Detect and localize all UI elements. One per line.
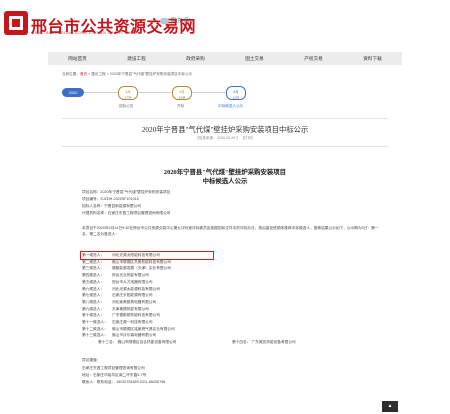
scroll-to-top-button[interactable]: ▲: [382, 401, 398, 412]
cloud-icon: [160, 17, 169, 24]
candidate-rank: 第七候选人：: [82, 293, 105, 298]
nav-item-construction[interactable]: 建设工程: [107, 52, 166, 65]
step-3-date: 5月: [233, 90, 239, 94]
candidate-rank: 第九候选人：: [82, 306, 105, 311]
candidate-row: 第十候选人： 广东德斯顿热能科技有限公司: [82, 313, 160, 318]
article-meta: 【信息来源： 2020-05-19 】 【打印】: [195, 136, 255, 140]
candidate-row: 第八候选人： 河北家美厨具电器有限公司: [82, 300, 156, 305]
contact-line: 地址：石家庄市裕华区南二环东路3-7号: [82, 373, 147, 377]
site-pinyin: XING TAI SHI GONG GONG ZI YUAN JIAO YI W…: [32, 31, 138, 35]
breadcrumb: 当前位置：首页 > 建设工程 > 2020年宁晋县"气代煤"壁挂炉采购安装项目中…: [62, 72, 192, 77]
nav-item-land[interactable]: 国土交易: [225, 52, 284, 65]
candidate-row: 第十二候选人： 佛山市顺德区铭家燃气具实业有限公司: [82, 327, 175, 332]
candidate-name: 佛山市顺德区铭家燃气具实业有限公司: [112, 326, 175, 331]
candidate-row: 第二候选人： 佛山市顺德区杰美热能科技有限公司: [82, 260, 171, 265]
step-node-1: 4月 17号: [118, 86, 138, 100]
candidate-rank: 第一候选人：: [82, 253, 105, 257]
candidate-row: 第九候选人： 天津奥德热能有限公司: [82, 307, 149, 312]
candidate-rank: 第五候选人：: [82, 279, 105, 284]
candidate-row: 第五候选人： 邢台市大力电器有限公司: [82, 280, 153, 285]
candidate-row: 第一候选人： 河北光源太阳能科技有限公司: [82, 253, 160, 258]
candidate-rank: 第二候选人：: [82, 259, 105, 264]
candidate-name: 河北光源太阳能科技有限公司: [112, 253, 160, 257]
candidate-row: 第十一候选人： 石家庄源一科技有限公司: [82, 320, 153, 325]
evaluation-paragraph: 本项目于2020年4月24日9:30在邢台市公共资源交易中心第九评标室评标委员会…: [82, 226, 379, 237]
step-connector: [192, 92, 226, 93]
contact-line: 异议渠道：: [82, 358, 101, 362]
step-node-3: 5月 19号: [226, 86, 246, 100]
progress-steps: 2020 4月 17号 4月 24号 5月 19号 招标公告 开标 中标候选人公…: [62, 84, 388, 114]
candidate-rank: 第八候选人：: [82, 299, 105, 304]
candidate-name: 德都能源发展（天津）实业有限公司: [112, 266, 171, 271]
breadcrumb-path: > 建设工程 > 2020年宁晋县"气代煤"壁挂炉采购安装项目中标公示: [87, 72, 193, 76]
step-1-day: 17号: [124, 96, 132, 100]
extra-rank-14: 第十四名： 广东美凯热能设备有限公司: [232, 340, 296, 344]
agency-line: 代理机构名称：石家庄东昌工程项目管理咨询有限公司: [82, 211, 171, 215]
candidate-row: 第六候选人： 河北光源太能源科技有限公司: [82, 287, 160, 292]
step-node-2: 4月 24号: [172, 86, 192, 100]
site-header: 邢台市公共资源交易网 XING TAI SHI GONG GONG ZI YUA…: [0, 0, 450, 44]
step-3-label: 中标候选人公示: [218, 104, 244, 108]
candidate-name: 天津奥德热能有限公司: [112, 306, 149, 311]
nav-item-property[interactable]: 产权交易: [284, 52, 343, 65]
candidate-row: 第四候选人： 邢台天业热能有限公司: [82, 273, 149, 278]
project-name-line: 项目名称：2020年宁晋县"气代煤"壁挂炉采购安装项目: [82, 190, 171, 194]
divider: [62, 118, 388, 119]
nav-item-procurement[interactable]: 政府采购: [166, 52, 225, 65]
page-title: 2020年宁晋县"气代煤"壁挂炉采购安装项目中标公示: [141, 125, 309, 134]
candidate-rank: 第四候选人：: [82, 273, 105, 278]
candidate-name: 邢台天业热能有限公司: [112, 273, 149, 278]
candidate-name: 石家庄长阳能源有限公司: [112, 293, 153, 298]
candidate-name: 邢台市大力电器有限公司: [112, 279, 153, 284]
step-1-label: 招标公告: [119, 104, 134, 108]
tenderer-line: 招标人名称：宁晋县新能源有限公司: [82, 204, 141, 208]
document-title: 2020年宁晋县"气代煤"壁挂炉采购安装项目: [163, 169, 287, 176]
candidate-name: 河北家美厨具电器有限公司: [112, 299, 157, 304]
candidate-name: 佛山市顺德区杰美热能科技有限公司: [112, 259, 171, 264]
candidate-row: 第十三候选人： 佛山市沃尔森电器有限公司: [82, 333, 156, 338]
candidate-rank: 第三候选人：: [82, 266, 105, 271]
contact-line: 联系人：联系电话： 15032781659 0311-86255796: [82, 380, 166, 384]
weather-widget: 阴(东 风): [160, 17, 191, 24]
candidate-rank: 第十候选人：: [82, 313, 105, 318]
document-subtitle: 中标候选人公示: [202, 178, 248, 185]
nav-item-home[interactable]: 网站首页: [48, 52, 107, 65]
step-2-date: 4月: [179, 90, 185, 94]
candidate-rank: 第六候选人：: [82, 286, 105, 291]
step-connector: [138, 92, 172, 93]
weather-text: 阴(东 风): [171, 18, 191, 24]
divider: [62, 146, 388, 147]
candidate-name: 佛山市沃尔森电器有限公司: [112, 333, 157, 338]
breadcrumb-prefix: 当前位置：: [62, 72, 80, 76]
step-2-day: 24号: [178, 96, 186, 100]
step-3-day: 19号: [232, 96, 240, 100]
candidate-name: 河北光源太能源科技有限公司: [112, 286, 160, 291]
step-start-year: 2020: [62, 88, 84, 97]
candidate-rank: 第十一候选人：: [82, 320, 108, 324]
candidate-row: 第七候选人： 石家庄长阳能源有限公司: [82, 293, 153, 298]
page: 邢台市公共资源交易网 XING TAI SHI GONG GONG ZI YUA…: [0, 0, 450, 414]
project-number-line: 项目编号：SJZDH-2020SF101015: [82, 197, 139, 201]
nav-item-downloads[interactable]: 资料下载: [343, 52, 402, 65]
main-nav: 网站首页 建设工程 政府采购 国土交易 产权交易 资料下载: [48, 52, 402, 65]
candidate-name: 石家庄源一科技有限公司: [112, 320, 153, 324]
candidate-row: 第三候选人： 德都能源发展（天津）实业有限公司: [82, 266, 171, 271]
candidate-rank: 第十三候选人：: [82, 333, 108, 338]
step-connector: [84, 92, 118, 93]
contact-line: 石家庄东昌工程项目管理咨询有限公司: [82, 366, 145, 370]
step-2-label: 开标: [177, 104, 185, 108]
candidate-rank: 第十二候选人：: [82, 326, 108, 331]
site-logo-icon: [4, 11, 28, 35]
extra-rank-13: 第十三名： 佛山市顺德区百合热能设备有限公司: [98, 340, 177, 344]
step-1-date: 4月: [125, 90, 131, 94]
candidate-name: 广东德斯顿热能科技有限公司: [112, 313, 160, 318]
